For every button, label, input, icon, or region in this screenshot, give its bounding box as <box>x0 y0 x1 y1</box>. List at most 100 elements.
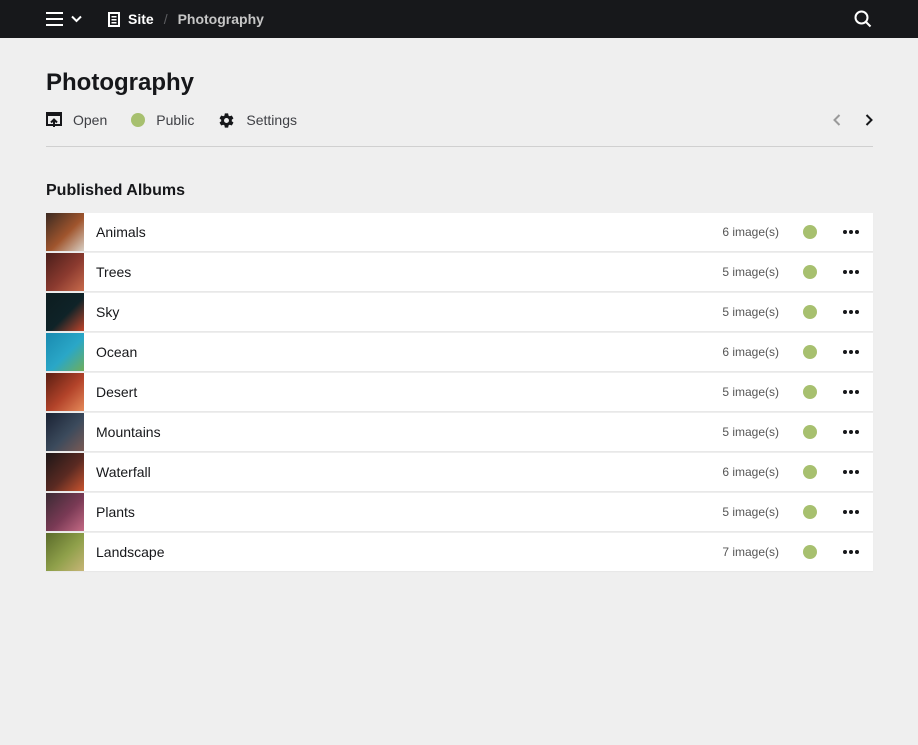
chevron-down-icon <box>71 15 82 23</box>
more-dot <box>849 510 853 514</box>
album-status-dot <box>803 265 817 279</box>
page-icon <box>108 11 120 27</box>
search-button[interactable] <box>854 10 872 28</box>
open-label: Open <box>73 112 108 128</box>
page-title: Photography <box>46 69 194 96</box>
album-thumbnail <box>46 333 84 371</box>
album-thumbnail <box>46 293 84 331</box>
album-name: Landscape <box>96 544 165 560</box>
album-options-button[interactable] <box>841 302 861 322</box>
album-options-button[interactable] <box>841 342 861 362</box>
album-row[interactable]: Landscape 7 image(s) <box>46 533 873 571</box>
album-options-button[interactable] <box>841 262 861 282</box>
more-dot <box>849 470 853 474</box>
more-horizontal-icon <box>843 270 847 274</box>
album-image-count: 7 image(s) <box>722 545 779 559</box>
album-image-count: 5 image(s) <box>722 305 779 319</box>
album-options-button[interactable] <box>841 462 861 482</box>
chevron-right-icon <box>865 114 873 126</box>
more-dot <box>849 430 853 434</box>
album-row[interactable]: Waterfall 6 image(s) <box>46 453 873 491</box>
album-row[interactable]: Mountains 5 image(s) <box>46 413 873 451</box>
section-title: Published Albums <box>46 182 185 199</box>
album-name: Plants <box>96 504 135 520</box>
album-row[interactable]: Animals 6 image(s) <box>46 213 873 251</box>
hamburger-icon <box>46 12 63 26</box>
album-image-count: 5 image(s) <box>722 505 779 519</box>
album-image-count: 6 image(s) <box>722 345 779 359</box>
settings-button[interactable]: Settings <box>218 110 297 130</box>
more-dot <box>855 230 859 234</box>
more-dot <box>855 310 859 314</box>
more-horizontal-icon <box>843 350 847 354</box>
main-content: Photography Open Public Settings Publish… <box>0 69 918 571</box>
breadcrumb-separator: / <box>163 11 168 27</box>
settings-label: Settings <box>246 112 297 128</box>
album-name: Animals <box>96 224 146 240</box>
album-options-button[interactable] <box>841 382 861 402</box>
album-thumbnail <box>46 533 84 571</box>
album-thumbnail <box>46 413 84 451</box>
more-dot <box>855 510 859 514</box>
album-image-count: 6 image(s) <box>722 465 779 479</box>
more-dot <box>849 390 853 394</box>
album-options-button[interactable] <box>841 222 861 242</box>
album-thumbnail <box>46 253 84 291</box>
search-icon <box>854 10 872 28</box>
album-name: Trees <box>96 264 132 280</box>
more-dot <box>855 550 859 554</box>
album-image-count: 5 image(s) <box>722 265 779 279</box>
album-row[interactable]: Desert 5 image(s) <box>46 373 873 411</box>
status-button[interactable]: Public <box>131 110 194 130</box>
album-status-dot <box>803 425 817 439</box>
album-image-count: 5 image(s) <box>722 385 779 399</box>
open-button[interactable]: Open <box>46 110 107 130</box>
more-horizontal-icon <box>843 550 847 554</box>
album-name: Sky <box>96 304 120 320</box>
status-dot <box>131 113 146 127</box>
album-name: Ocean <box>96 344 138 360</box>
album-thumbnail <box>46 213 84 251</box>
more-horizontal-icon <box>843 310 847 314</box>
album-row[interactable]: Plants 5 image(s) <box>46 493 873 531</box>
album-options-button[interactable] <box>841 422 861 442</box>
next-page-button[interactable] <box>865 114 873 126</box>
album-status-dot <box>803 225 817 239</box>
chevron-left-icon <box>833 114 841 126</box>
album-options-button[interactable] <box>841 502 861 522</box>
more-dot <box>855 350 859 354</box>
more-dot <box>855 270 859 274</box>
album-thumbnail <box>46 493 84 531</box>
status-label: Public <box>156 112 195 128</box>
more-dot <box>849 230 853 234</box>
album-row[interactable]: Trees 5 image(s) <box>46 253 873 291</box>
gear-icon <box>219 112 234 128</box>
album-status-dot <box>803 505 817 519</box>
album-name: Desert <box>96 384 138 400</box>
more-horizontal-icon <box>843 390 847 394</box>
album-row[interactable]: Sky 5 image(s) <box>46 293 873 331</box>
breadcrumb: Site / Photography <box>108 11 264 27</box>
more-horizontal-icon <box>843 430 847 434</box>
album-row[interactable]: Ocean 6 image(s) <box>46 333 873 371</box>
album-options-button[interactable] <box>841 542 861 562</box>
breadcrumb-site[interactable]: Site <box>108 11 154 27</box>
more-dot <box>855 470 859 474</box>
page-navigation <box>833 110 873 130</box>
more-dot <box>849 550 853 554</box>
album-status-dot <box>803 465 817 479</box>
breadcrumb-current[interactable]: Photography <box>178 11 264 27</box>
more-dot <box>855 390 859 394</box>
album-status-dot <box>803 305 817 319</box>
open-external-icon <box>46 112 62 127</box>
album-thumbnail <box>46 373 84 411</box>
more-horizontal-icon <box>843 510 847 514</box>
more-horizontal-icon <box>843 470 847 474</box>
page-toolbar: Open Public Settings <box>46 110 873 147</box>
album-name: Waterfall <box>96 464 151 480</box>
album-thumbnail <box>46 453 84 491</box>
previous-page-button[interactable] <box>833 114 841 126</box>
album-list: Animals 6 image(s) Trees 5 image(s) Sky … <box>46 213 873 571</box>
album-status-dot <box>803 345 817 359</box>
main-menu-button[interactable] <box>46 12 82 26</box>
